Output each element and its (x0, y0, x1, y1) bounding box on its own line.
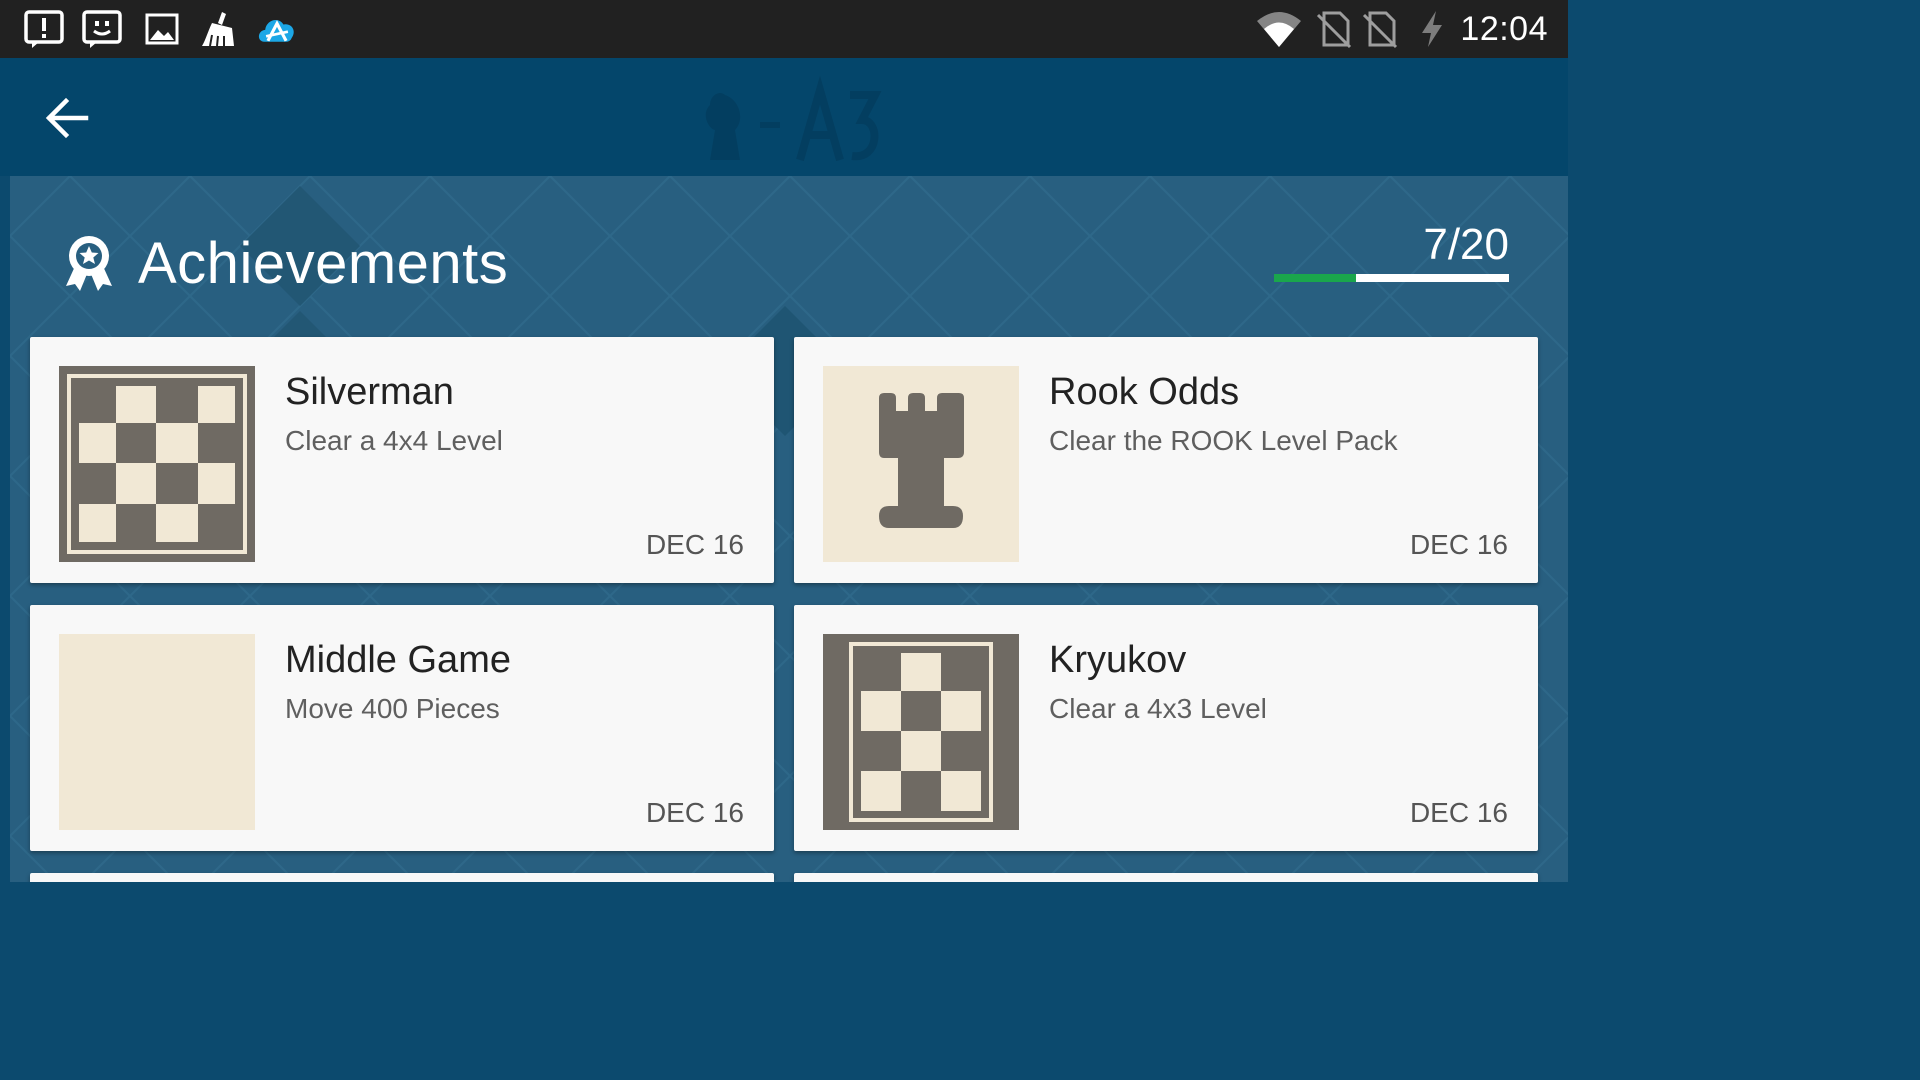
achievement-card[interactable]: Middle Game Move 400 Pieces DEC 16 (30, 605, 774, 851)
achievement-date: DEC 16 (1409, 797, 1508, 828)
app-bar (0, 58, 1568, 176)
achievement-description: Clear the ROOK Level Pack (1049, 425, 1398, 456)
achievement-title: Kryukov (1049, 639, 1187, 681)
board-4x4-icon (59, 366, 255, 562)
progress-bar-fill (1274, 274, 1357, 282)
no-sim-icon (1316, 11, 1352, 49)
progress-count: 7/20 (1423, 220, 1509, 269)
rook-icon (823, 366, 1019, 562)
arrow-left-icon[interactable] (38, 88, 98, 148)
no-sim-icon (1362, 11, 1398, 49)
chess-watermark-icon (705, 75, 882, 162)
page-title: Achievements (138, 231, 509, 296)
achievement-date: DEC 16 (645, 797, 744, 828)
achievement-card[interactable]: Silverman Clear a 4x4 Level DEC 16 (30, 337, 774, 583)
wifi-icon (1257, 12, 1301, 47)
achievement-title: Middle Game (285, 639, 511, 681)
alert-notification-icon (24, 10, 64, 48)
achievement-title: Silverman (285, 371, 454, 413)
face-notification-icon (82, 10, 122, 48)
achievement-card[interactable] (794, 873, 1538, 882)
achievements-header: Achievements 7/20 (10, 176, 1568, 336)
achievements-content: Achievements 7/20 Silverman Clear a 4x4 … (10, 176, 1568, 882)
award-ribbon-icon (66, 236, 112, 291)
achievement-description: Clear a 4x4 Level (285, 425, 503, 456)
achievement-card[interactable]: Kryukov Clear a 4x3 Level DEC 16 (794, 605, 1538, 851)
achievement-card[interactable] (30, 873, 774, 882)
image-notification-icon (145, 13, 179, 45)
achievement-date: DEC 16 (1409, 529, 1508, 560)
clock: 12:04 (1460, 10, 1548, 48)
achievement-date: DEC 16 (645, 529, 744, 560)
status-bar: 12:04 (0, 0, 1568, 58)
achievement-title: Rook Odds (1049, 371, 1240, 413)
cloud-app-notification-icon (258, 19, 294, 42)
charging-icon (1422, 11, 1442, 47)
cleaner-notification-icon (202, 12, 234, 47)
achievement-description: Clear a 4x3 Level (1049, 693, 1267, 724)
achievement-card[interactable]: Rook Odds Clear the ROOK Level Pack DEC … (794, 337, 1538, 583)
board-4x3-icon (823, 634, 1019, 830)
progress-bar (1274, 274, 1509, 282)
achievement-description: Move 400 Pieces (285, 693, 500, 724)
blank-tile (59, 634, 255, 830)
